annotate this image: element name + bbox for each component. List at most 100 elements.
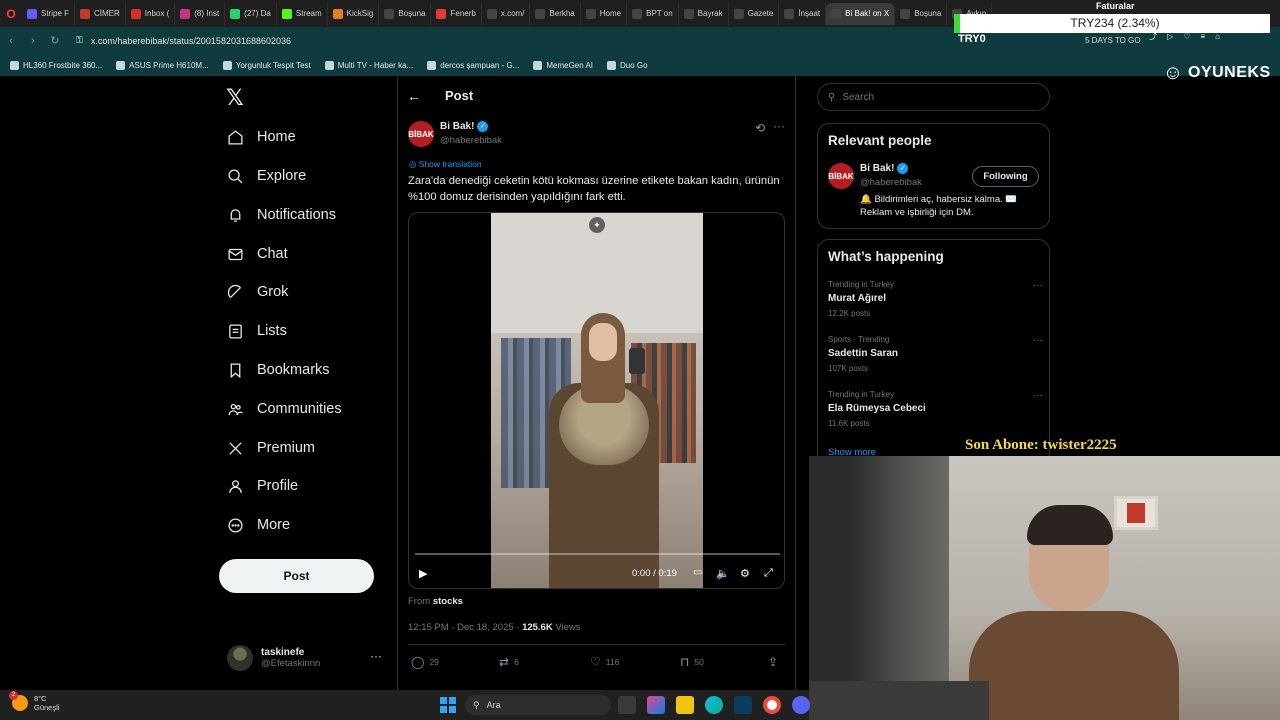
opera-logo-icon[interactable]: O	[0, 0, 22, 27]
sidebar-item-premium[interactable]: Premium	[226, 436, 315, 460]
browser-tab[interactable]: Bi Bak! on X	[826, 2, 896, 25]
sidebar-item-more[interactable]: More	[226, 513, 290, 537]
fullscreen-icon[interactable]: ⤢	[764, 567, 773, 580]
browser-tab[interactable]: Inbox (	[126, 2, 176, 25]
discord-icon[interactable]	[792, 696, 810, 714]
author-handle[interactable]: @haberebibak	[440, 135, 502, 146]
heart-icon[interactable]: ♡	[1183, 32, 1190, 41]
store-icon[interactable]	[734, 696, 752, 714]
play-icon[interactable]: ▷	[1167, 32, 1173, 41]
page-title: Post	[445, 88, 474, 103]
play-icon[interactable]: ▶	[419, 567, 427, 580]
url-field[interactable]: x.com/haberebibak/status/200158203168860…	[91, 36, 291, 46]
browser-tab[interactable]: Fenerb	[431, 2, 482, 25]
reload-icon[interactable]: ↻	[44, 34, 66, 47]
volume-icon[interactable]: 🔈	[716, 567, 730, 580]
reply-button[interactable]: ◯ 29	[411, 655, 439, 669]
author-name[interactable]: Bi Bak! ✓	[440, 121, 489, 132]
more-horizontal-icon[interactable]: ···	[370, 649, 382, 663]
trend-item[interactable]: Trending in Turkey Murat Ağırel 12.2K post…	[828, 280, 1043, 330]
sidebar-item-chat[interactable]: Chat	[226, 242, 288, 266]
trend-context: Sports · Trending	[828, 335, 890, 344]
more-horizontal-icon[interactable]: ···	[1033, 335, 1043, 346]
bookmark-item[interactable]: Multi TV - Haber ka...	[324, 60, 413, 70]
copilot-icon[interactable]	[647, 696, 665, 714]
trend-item[interactable]: Sports · Trending Sadettin Saran 107K post…	[828, 335, 1043, 385]
browser-tab[interactable]: CİMER	[75, 2, 126, 25]
sidebar-item-bookmarks[interactable]: Bookmarks	[226, 358, 330, 382]
video-progress-bar[interactable]	[415, 553, 780, 555]
more-horizontal-icon[interactable]: ···	[1033, 280, 1043, 291]
trend-item[interactable]: Trending in Turkey Ela Rümeysa Cebeci 11.6…	[828, 390, 1043, 440]
sidebar-item-profile[interactable]: Profile	[226, 474, 298, 498]
person-avatar[interactable]: BİBAK	[828, 163, 854, 189]
file-explorer-icon[interactable]	[676, 696, 694, 714]
browser-tab[interactable]: x.com/	[482, 2, 531, 25]
browser-tab[interactable]: Stripe F	[22, 2, 76, 25]
account-switcher[interactable]: taskinefe @Efetaskinnn ···	[227, 643, 387, 673]
edge-icon[interactable]	[705, 696, 723, 714]
video-time: 0:00 / 0:19	[632, 568, 677, 579]
wallet-icon[interactable]: ⌂	[1215, 32, 1220, 41]
forward-icon[interactable]: ›	[22, 35, 44, 47]
sidebar-item-label: Chat	[257, 246, 288, 262]
sidebar-item-home[interactable]: Home	[226, 125, 296, 149]
menu-icon[interactable]: ≡	[1200, 32, 1205, 41]
browser-tab[interactable]: Boşuna	[379, 2, 432, 25]
sparkle-icon[interactable]: ✦	[589, 217, 605, 233]
bookmark-item[interactable]: dercos şampuan - G...	[427, 60, 519, 70]
like-button[interactable]: ♡ 116	[590, 655, 619, 669]
browser-tab[interactable]: (27) Da	[225, 2, 277, 25]
start-button[interactable]	[440, 697, 456, 713]
browser-tab[interactable]: Boşuna	[895, 2, 948, 25]
sidebar-item-notifications[interactable]: Notifications	[226, 203, 336, 227]
show-translation-link[interactable]: ◎ Show translation	[409, 159, 482, 170]
settings-icon[interactable]: ⚙	[740, 567, 750, 580]
sidebar-item-explore[interactable]: Explore	[226, 164, 306, 188]
back-arrow-icon[interactable]: ←	[407, 88, 421, 104]
bookmark-item[interactable]: ASUS Prime H610M...	[116, 60, 209, 70]
post-button[interactable]: Post	[219, 559, 374, 593]
browser-tab[interactable]: (8) Inst	[175, 2, 226, 25]
sidebar-item-lists[interactable]: Lists	[226, 319, 287, 343]
opera-icon[interactable]	[763, 696, 781, 714]
more-horizontal-icon[interactable]: ···	[773, 119, 785, 133]
back-icon[interactable]: ‹	[0, 35, 22, 47]
person-name[interactable]: Bi Bak! ✓	[860, 163, 909, 174]
bookmark-label: MemeGen AI	[546, 60, 594, 70]
browser-tab[interactable]: BPT on	[627, 2, 679, 25]
bookmark-icon: ⊓	[680, 655, 690, 669]
author-avatar[interactable]: BİBAK	[408, 121, 434, 147]
browser-tab[interactable]: Home	[581, 2, 628, 25]
browser-tab[interactable]: Stream	[277, 2, 328, 25]
sidebar-item-grok[interactable]: Grok	[226, 280, 288, 304]
sidebar-item-communities[interactable]: Communities	[226, 397, 342, 421]
bookmark-item[interactable]: HL360 Frostbite 360...	[10, 60, 102, 70]
source-link[interactable]: stocks	[433, 596, 463, 607]
captions-icon[interactable]: ▭	[693, 567, 702, 578]
bookmark-button[interactable]: ⊓ 50	[680, 655, 704, 669]
bookmark-item[interactable]: Yorgunluk Tespit Test	[222, 60, 311, 70]
bookmark-item[interactable]: MemeGen AI	[533, 60, 594, 70]
x-logo-icon[interactable]: 𝕏	[226, 87, 246, 109]
more-horizontal-icon[interactable]: ···	[1033, 390, 1043, 401]
video-player[interactable]: ✦ ▶ 0:00 / 0:19 ▭ 🔈 ⚙ ⤢	[408, 212, 785, 589]
browser-tab[interactable]: KickSig	[328, 2, 380, 25]
search-input[interactable]: ⚲ Search	[817, 83, 1050, 111]
person-handle[interactable]: @haberebibak	[860, 177, 922, 188]
share-button[interactable]: ⇪	[768, 655, 778, 669]
browser-tab[interactable]: Gazete	[729, 2, 780, 25]
taskbar-search[interactable]: ⚲ Ara	[465, 695, 611, 715]
following-button[interactable]: Following	[972, 166, 1039, 187]
post-timestamp[interactable]: 12:15 PM · Dec 18, 2025 ·	[408, 622, 522, 633]
grok-icon[interactable]: ⟲	[755, 121, 765, 135]
browser-tab[interactable]: Bayrak	[679, 2, 729, 25]
browser-tab[interactable]: Berkha	[530, 2, 581, 25]
bookmark-favicon-icon	[10, 60, 19, 70]
weather-widget[interactable]: 2 8°C Güneşli	[9, 691, 59, 712]
browser-tab[interactable]: İnşaat	[779, 2, 827, 25]
bookmark-item[interactable]: Duo Go	[607, 60, 648, 70]
site-info-icon[interactable]: ⚿	[76, 35, 83, 46]
repost-button[interactable]: ⇄ 6	[499, 655, 519, 669]
task-view-icon[interactable]	[618, 696, 636, 714]
